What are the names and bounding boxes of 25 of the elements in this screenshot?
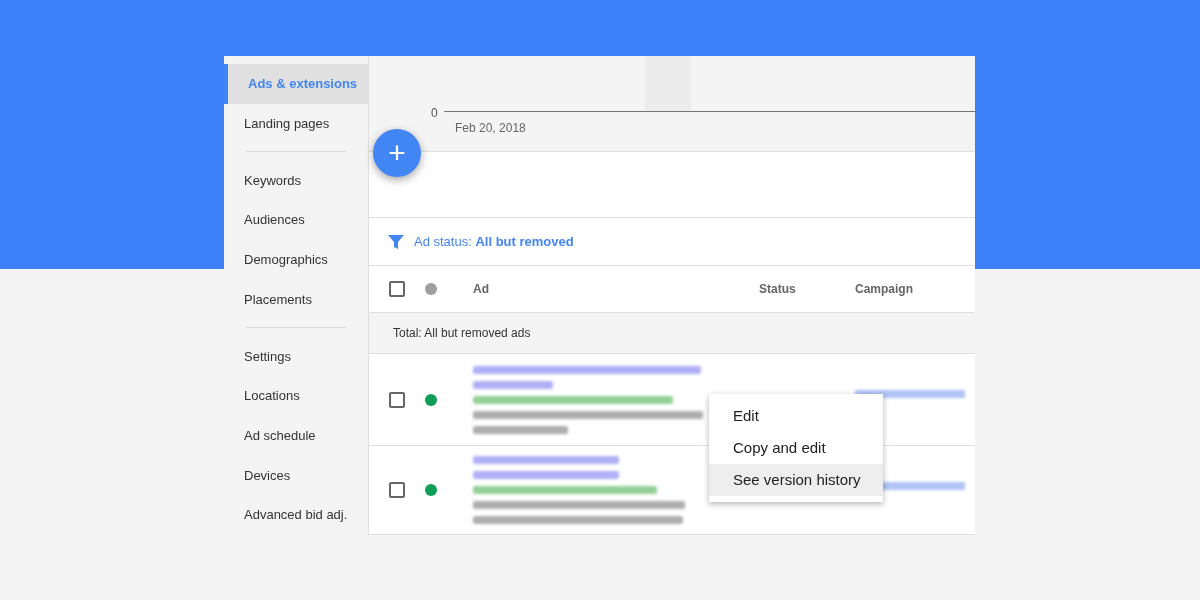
- sidebar-item[interactable]: Locations: [224, 376, 368, 416]
- menu-item[interactable]: Edit: [709, 400, 883, 432]
- menu-item[interactable]: See version history: [709, 464, 883, 496]
- sidebar-item[interactable]: Devices: [224, 455, 368, 496]
- add-button[interactable]: +: [373, 129, 421, 177]
- checkbox[interactable]: [389, 482, 405, 498]
- column-header[interactable]: Ad: [473, 280, 759, 298]
- sidebar-item[interactable]: Settings: [224, 336, 368, 377]
- menu-item[interactable]: Copy and edit: [709, 432, 883, 464]
- filter-icon[interactable]: [388, 233, 404, 250]
- checkbox[interactable]: [389, 281, 405, 297]
- total-label: Total: All but removed ads: [393, 325, 531, 342]
- sidebar-item[interactable]: Landing pages: [224, 103, 368, 144]
- checkbox[interactable]: [389, 391, 405, 408]
- filter-text[interactable]: Ad status: All but removed: [414, 231, 574, 252]
- sidebar-item[interactable]: Ad schedule: [224, 415, 368, 456]
- axis-label: Feb 20, 2018: [455, 120, 526, 137]
- column-header[interactable]: Status: [759, 280, 855, 298]
- column-header[interactable]: Campaign: [855, 280, 955, 298]
- sidebar-item[interactable]: Demographics: [224, 239, 368, 280]
- axis-label: 0: [431, 105, 438, 122]
- sidebar-item[interactable]: Keywords: [224, 160, 368, 201]
- sidebar-item[interactable]: Advanced bid adj.: [224, 495, 368, 536]
- sidebar-item[interactable]: Placements: [224, 279, 368, 320]
- sidebar-item[interactable]: Audiences: [224, 200, 368, 240]
